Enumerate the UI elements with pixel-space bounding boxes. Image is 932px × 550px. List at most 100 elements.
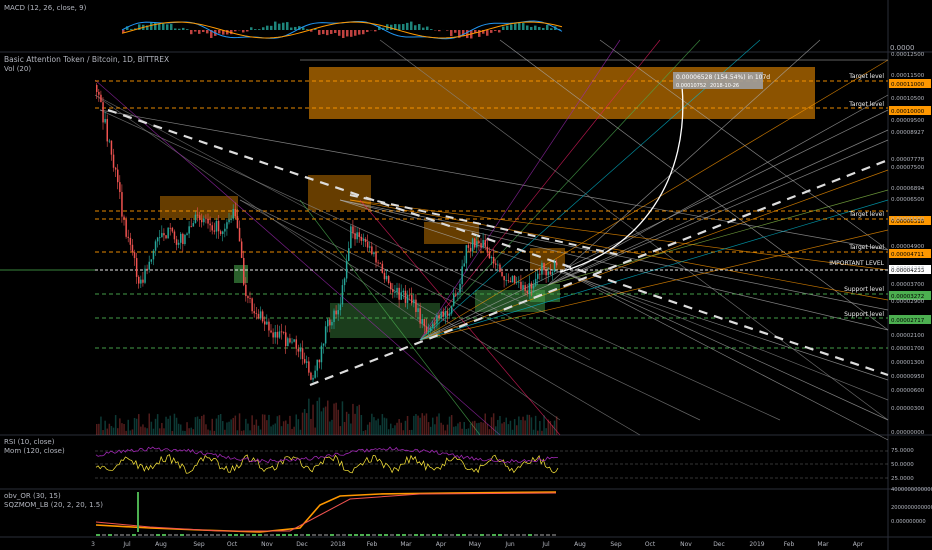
squeeze-dot xyxy=(180,534,184,536)
fan-trendline xyxy=(419,109,889,341)
chart-canvas[interactable]: Target level Target level Target level Targ… xyxy=(0,0,932,550)
volume-bar xyxy=(501,423,503,435)
volume-bar xyxy=(385,418,388,435)
volume-bar xyxy=(547,419,549,435)
candle xyxy=(518,281,520,283)
squeeze-dot xyxy=(402,534,406,536)
candle xyxy=(478,241,480,244)
candle xyxy=(446,311,449,316)
candle xyxy=(408,294,411,296)
volume-bar xyxy=(484,413,486,435)
volume-bar xyxy=(247,423,249,435)
candle xyxy=(555,262,558,266)
candle xyxy=(270,330,272,333)
squeeze-dot xyxy=(150,534,154,536)
price-tick: 0.00000300 xyxy=(891,406,925,412)
price-tag-value: 0.00002717 xyxy=(891,318,925,324)
fan-trendline xyxy=(559,269,889,401)
squeeze-dot xyxy=(282,534,286,536)
volume-bar xyxy=(253,424,255,435)
volume-bar xyxy=(450,415,453,435)
candle xyxy=(516,282,518,283)
volume-bar xyxy=(167,418,169,435)
squeeze-dot xyxy=(498,534,502,536)
volume-bar xyxy=(156,414,159,435)
price-tag-value: 0.00010000 xyxy=(891,109,925,115)
candle xyxy=(148,261,150,270)
price-tick: 0.00005500 xyxy=(891,217,925,223)
candle xyxy=(459,283,461,293)
x-axis-label: Dec xyxy=(296,541,308,548)
price-tick: 0.00001300 xyxy=(891,360,925,366)
volume-bar xyxy=(203,414,205,435)
volume-bar xyxy=(392,428,394,435)
candle xyxy=(245,284,247,297)
candle xyxy=(375,252,377,263)
macd-histogram-bar xyxy=(182,27,185,30)
candle xyxy=(513,275,516,283)
volume-bar xyxy=(419,417,421,435)
volume-bar xyxy=(518,416,520,435)
candle xyxy=(278,331,281,338)
volume-bar xyxy=(240,430,243,435)
macd-histogram-bar xyxy=(198,30,201,34)
squeeze-dot xyxy=(120,534,124,536)
volume-bar xyxy=(436,416,438,435)
volume-bar xyxy=(316,400,318,435)
macd-histogram-bar xyxy=(178,28,181,30)
squeeze-dot xyxy=(324,534,328,536)
volume-bar xyxy=(511,429,514,435)
squeeze-dot xyxy=(156,534,160,536)
price-tick: 0.00000950 xyxy=(891,374,925,380)
green-zone xyxy=(330,303,440,338)
squeeze-dot xyxy=(198,534,202,536)
candle xyxy=(341,285,344,305)
volume-bar xyxy=(106,428,108,435)
level-label: Target level xyxy=(848,73,884,80)
x-axis-label: Mar xyxy=(817,541,829,548)
volume-bar xyxy=(190,427,192,435)
candle xyxy=(255,313,258,315)
volume-bar xyxy=(369,422,371,435)
candle xyxy=(406,294,409,303)
candle xyxy=(213,230,216,232)
macd-histogram-bar xyxy=(438,30,441,32)
candle xyxy=(490,256,493,259)
volume-bar xyxy=(534,415,537,435)
volume-bar xyxy=(345,411,348,435)
volume-bar xyxy=(526,414,528,435)
macd-zero-label: 0.0000 xyxy=(890,44,915,52)
candle xyxy=(509,280,512,283)
volume-bar xyxy=(289,415,291,435)
volume-bar xyxy=(375,420,377,435)
candle xyxy=(327,319,329,327)
candle xyxy=(419,308,421,324)
volume-bar xyxy=(117,428,119,435)
volume-bar xyxy=(490,417,493,435)
squeeze-dot xyxy=(486,534,490,536)
volume-bar xyxy=(545,428,547,435)
volume-bar xyxy=(184,430,186,435)
volume-bar xyxy=(474,420,476,435)
volume-bar xyxy=(425,413,428,435)
candle xyxy=(543,262,545,271)
candles xyxy=(96,83,558,383)
candle xyxy=(125,219,127,237)
squeeze-dot xyxy=(264,534,268,536)
candle xyxy=(222,231,224,234)
volume-bar xyxy=(495,426,497,435)
candle xyxy=(280,331,283,333)
candle xyxy=(425,326,428,332)
candle xyxy=(226,222,228,229)
macd-histogram-bar xyxy=(154,22,157,30)
candle xyxy=(320,345,323,363)
squeeze-dot xyxy=(102,534,106,536)
candle xyxy=(337,310,339,315)
candle xyxy=(257,313,260,319)
candle xyxy=(495,263,497,265)
candle xyxy=(434,323,436,325)
candle xyxy=(507,280,510,281)
mom-label: Mom (120, close) xyxy=(4,447,65,455)
volume-bar xyxy=(396,422,398,435)
squeeze-dot xyxy=(240,534,244,536)
